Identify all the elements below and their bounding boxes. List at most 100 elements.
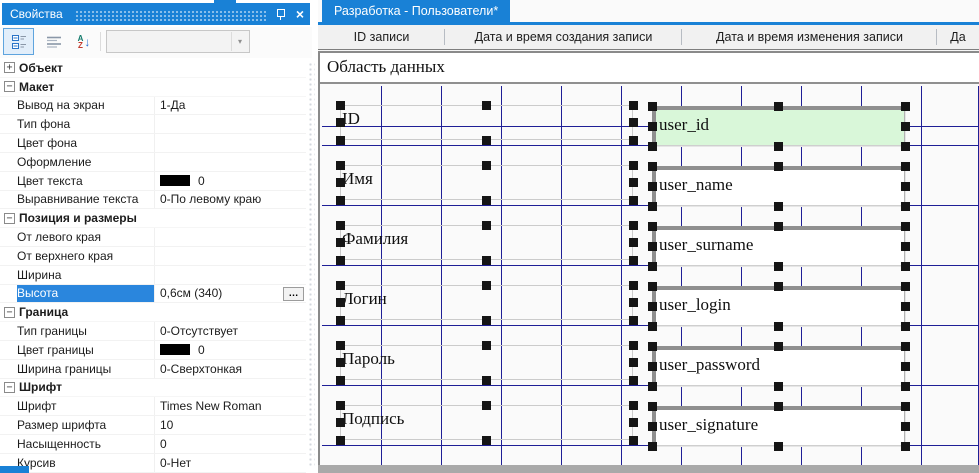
property-row[interactable]: Ширина границы0-Сверхтонкая bbox=[0, 360, 306, 379]
selection-handle[interactable] bbox=[336, 161, 345, 170]
selection-handle[interactable] bbox=[336, 196, 345, 205]
selection-handle[interactable] bbox=[629, 358, 638, 367]
selection-handle[interactable] bbox=[482, 341, 491, 350]
field-label[interactable]: Подпись bbox=[342, 409, 552, 435]
selection-handle[interactable] bbox=[901, 442, 910, 451]
property-value[interactable]: 0 bbox=[155, 341, 306, 359]
field-label[interactable]: ID bbox=[342, 109, 552, 135]
selection-handle[interactable] bbox=[482, 436, 491, 445]
field-box-user_password[interactable]: user_password bbox=[652, 346, 905, 386]
selection-handle[interactable] bbox=[774, 322, 783, 331]
selection-handle[interactable] bbox=[901, 282, 910, 291]
selection-handle[interactable] bbox=[336, 436, 345, 445]
expander-icon[interactable]: + bbox=[4, 62, 15, 73]
field-box-user_signature[interactable]: user_signature bbox=[652, 406, 905, 446]
selection-handle[interactable] bbox=[648, 362, 657, 371]
selection-handle[interactable] bbox=[901, 142, 910, 151]
selection-handle[interactable] bbox=[336, 281, 345, 290]
property-value[interactable] bbox=[155, 153, 306, 171]
selection-handle[interactable] bbox=[648, 422, 657, 431]
selection-handle[interactable] bbox=[648, 162, 657, 171]
column-header[interactable]: ID записи bbox=[318, 25, 445, 49]
selection-handle[interactable] bbox=[648, 222, 657, 231]
selection-handle[interactable] bbox=[901, 422, 910, 431]
selection-handle[interactable] bbox=[629, 256, 638, 265]
selection-handle[interactable] bbox=[336, 298, 345, 307]
selection-handle[interactable] bbox=[629, 281, 638, 290]
property-value[interactable] bbox=[155, 266, 306, 284]
selection-handle[interactable] bbox=[482, 101, 491, 110]
field-label[interactable]: Логин bbox=[342, 289, 552, 315]
categorized-view-button[interactable] bbox=[3, 28, 34, 55]
sort-az-button[interactable]: AZ ↓ bbox=[71, 28, 97, 55]
selection-handle[interactable] bbox=[901, 182, 910, 191]
property-value[interactable] bbox=[155, 115, 306, 133]
selection-handle[interactable] bbox=[901, 122, 910, 131]
selection-handle[interactable] bbox=[482, 221, 491, 230]
selection-handle[interactable] bbox=[648, 182, 657, 191]
selection-handle[interactable] bbox=[629, 101, 638, 110]
selection-handle[interactable] bbox=[482, 161, 491, 170]
selection-handle[interactable] bbox=[774, 282, 783, 291]
selection-handle[interactable] bbox=[629, 316, 638, 325]
selection-handle[interactable] bbox=[648, 322, 657, 331]
property-row[interactable]: Высота0,6см (340)… bbox=[0, 285, 306, 304]
selection-handle[interactable] bbox=[648, 122, 657, 131]
selection-handle[interactable] bbox=[901, 102, 910, 111]
property-row[interactable]: Курсив0-Нет bbox=[0, 454, 306, 473]
expander-icon[interactable]: − bbox=[4, 382, 15, 393]
selection-handle[interactable] bbox=[648, 202, 657, 211]
selection-handle[interactable] bbox=[629, 436, 638, 445]
property-row[interactable]: Цвет текста0 bbox=[0, 172, 306, 191]
field-box-user_surname[interactable]: user_surname bbox=[652, 226, 905, 266]
selection-handle[interactable] bbox=[482, 196, 491, 205]
property-value[interactable] bbox=[155, 247, 306, 265]
property-value[interactable]: 0 bbox=[155, 435, 306, 453]
property-row[interactable]: Тип фона bbox=[0, 115, 306, 134]
property-row[interactable]: Оформление bbox=[0, 153, 306, 172]
selection-handle[interactable] bbox=[482, 316, 491, 325]
property-row[interactable]: Ширина bbox=[0, 266, 306, 285]
pin-icon[interactable] bbox=[276, 8, 286, 20]
selection-handle[interactable] bbox=[336, 221, 345, 230]
property-value[interactable]: 0,6см (340)… bbox=[155, 285, 306, 303]
selection-handle[interactable] bbox=[648, 242, 657, 251]
close-icon[interactable]: × bbox=[296, 4, 304, 24]
selection-handle[interactable] bbox=[482, 401, 491, 410]
property-category[interactable]: −Шрифт bbox=[0, 379, 306, 398]
property-row[interactable]: Вывод на экран1-Да bbox=[0, 97, 306, 116]
property-value[interactable]: 0-Отсутствует bbox=[155, 322, 306, 340]
ellipsis-button[interactable]: … bbox=[283, 287, 304, 301]
selection-handle[interactable] bbox=[336, 376, 345, 385]
property-row[interactable]: Размер шрифта10 bbox=[0, 416, 306, 435]
selection-handle[interactable] bbox=[901, 382, 910, 391]
property-category[interactable]: −Позиция и размеры bbox=[0, 209, 306, 228]
selection-handle[interactable] bbox=[901, 242, 910, 251]
property-row[interactable]: Цвет фона bbox=[0, 134, 306, 153]
field-label[interactable]: Фамилия bbox=[342, 229, 552, 255]
property-value[interactable]: 10 bbox=[155, 416, 306, 434]
property-value[interactable] bbox=[155, 228, 306, 246]
field-box-user_id[interactable]: user_id bbox=[652, 106, 905, 146]
object-selector-combobox[interactable]: ▾ bbox=[106, 30, 250, 53]
selection-handle[interactable] bbox=[774, 202, 783, 211]
selection-handle[interactable] bbox=[482, 376, 491, 385]
selection-handle[interactable] bbox=[901, 402, 910, 411]
field-label[interactable]: Имя bbox=[342, 169, 552, 195]
band-title[interactable]: Область данных bbox=[320, 53, 979, 84]
selection-handle[interactable] bbox=[648, 262, 657, 271]
field-label[interactable]: Пароль bbox=[342, 349, 552, 375]
selection-handle[interactable] bbox=[482, 256, 491, 265]
expander-icon[interactable]: − bbox=[4, 307, 15, 318]
property-row[interactable]: ШрифтTimes New Roman bbox=[0, 397, 306, 416]
selection-handle[interactable] bbox=[629, 401, 638, 410]
property-category[interactable]: +Объект bbox=[0, 59, 306, 78]
selection-handle[interactable] bbox=[774, 442, 783, 451]
column-header[interactable]: Да bbox=[937, 25, 979, 49]
selection-handle[interactable] bbox=[774, 262, 783, 271]
selection-handle[interactable] bbox=[336, 101, 345, 110]
property-value[interactable]: 0-По левому краю bbox=[155, 191, 306, 209]
selection-handle[interactable] bbox=[901, 222, 910, 231]
selection-handle[interactable] bbox=[629, 178, 638, 187]
property-value[interactable]: 1-Да bbox=[155, 97, 306, 115]
